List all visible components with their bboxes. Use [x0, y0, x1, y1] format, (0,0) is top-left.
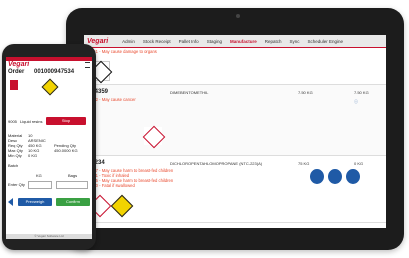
item-code: 9005 — [8, 119, 17, 124]
qty-value-2: 0 KG — [354, 161, 364, 166]
table-row[interactable]: 47234 DICHLOROPENTAHLOMOPROPANE (NTC-223… — [84, 156, 386, 223]
nav-scheduler-engine[interactable]: Scheduler Engine — [304, 39, 348, 44]
order-number: 001000947534 — [34, 69, 75, 75]
footer: © Vegari Software Ltd — [6, 234, 92, 239]
material-name: DIMEBENTOMETHIL — [170, 90, 209, 95]
phone-device: Vegari Order 001000947534 9005 Liquid re… — [2, 44, 96, 250]
nav-admin[interactable]: Admin — [118, 39, 139, 44]
nav-manufacture[interactable]: Manufacture — [226, 39, 261, 44]
camera — [236, 14, 240, 18]
tablet-nav-bar: Vegari Admin Stock Receipt Pallet Info S… — [84, 35, 386, 48]
hazard-pictogram-box — [142, 125, 166, 149]
tablet-device: Vegari Admin Stock Receipt Pallet Info S… — [66, 8, 404, 250]
qty-value: 7.50 KG — [298, 90, 313, 95]
document-icon[interactable] — [10, 80, 18, 90]
pending-value: 450.0000 KG — [54, 148, 78, 153]
bags-input[interactable] — [56, 181, 88, 189]
bags-label: Bags — [68, 173, 78, 178]
app-logo: Vegari — [87, 37, 109, 45]
detail-value: 0 KG — [28, 153, 38, 158]
hazard-pictogram-box — [110, 194, 134, 218]
tablet-screen: Vegari Admin Stock Receipt Pallet Info S… — [84, 35, 386, 228]
enter-qty-label: Enter Qty — [8, 182, 25, 187]
table-row[interactable]: 614359 DIMEBENTOMETHIL 7.50 KG 7.50 KG H… — [84, 85, 386, 156]
nav-sync[interactable]: Sync — [285, 39, 303, 44]
confirm-button[interactable]: Confirm — [56, 198, 90, 206]
qty-value-2: 7.50 KG — [354, 90, 369, 95]
qty-value: 75 KG — [298, 161, 310, 166]
detail-label: Min Qty — [8, 153, 22, 158]
hazard-icon — [41, 78, 59, 96]
kg-input[interactable] — [28, 181, 52, 189]
hazard-warning: H361 - May cause damage to organs — [88, 49, 157, 54]
info-icon[interactable]: ⓘ — [354, 99, 358, 105]
stop-button[interactable]: Stop — [46, 117, 86, 125]
nav-pallet-info[interactable]: Pallet Info — [175, 39, 203, 44]
ppe-gloves-icon — [309, 168, 325, 185]
phone-screen: Vegari Order 001000947534 9005 Liquid re… — [6, 57, 92, 239]
batch-label: Batch — [8, 163, 19, 168]
ppe-boots-icon — [345, 168, 361, 185]
health-hazard-icon — [142, 125, 166, 149]
kg-label: KG — [36, 173, 42, 178]
back-arrow-icon[interactable] — [8, 198, 13, 206]
nav-repatch[interactable]: Repatch — [261, 39, 286, 44]
nav-staging[interactable]: Staging — [203, 39, 226, 44]
ppe-coverall-icon — [327, 168, 343, 185]
app-logo: Vegari — [8, 61, 30, 68]
top-warning-row: H361 - May cause damage to organs — [84, 48, 386, 85]
nav-stock-receipt[interactable]: Stock Receipt — [139, 39, 175, 44]
menu-icon[interactable] — [85, 62, 90, 68]
prevweigh-button[interactable]: Prevweigh — [18, 198, 52, 206]
item-name: Liquid resins — [20, 119, 43, 124]
material-name: DICHLOROPENTAHLOMOPROPANE (NTC-223(A) — [170, 161, 263, 166]
order-label: Order — [8, 69, 25, 75]
toxic-hazard-icon — [110, 194, 134, 218]
